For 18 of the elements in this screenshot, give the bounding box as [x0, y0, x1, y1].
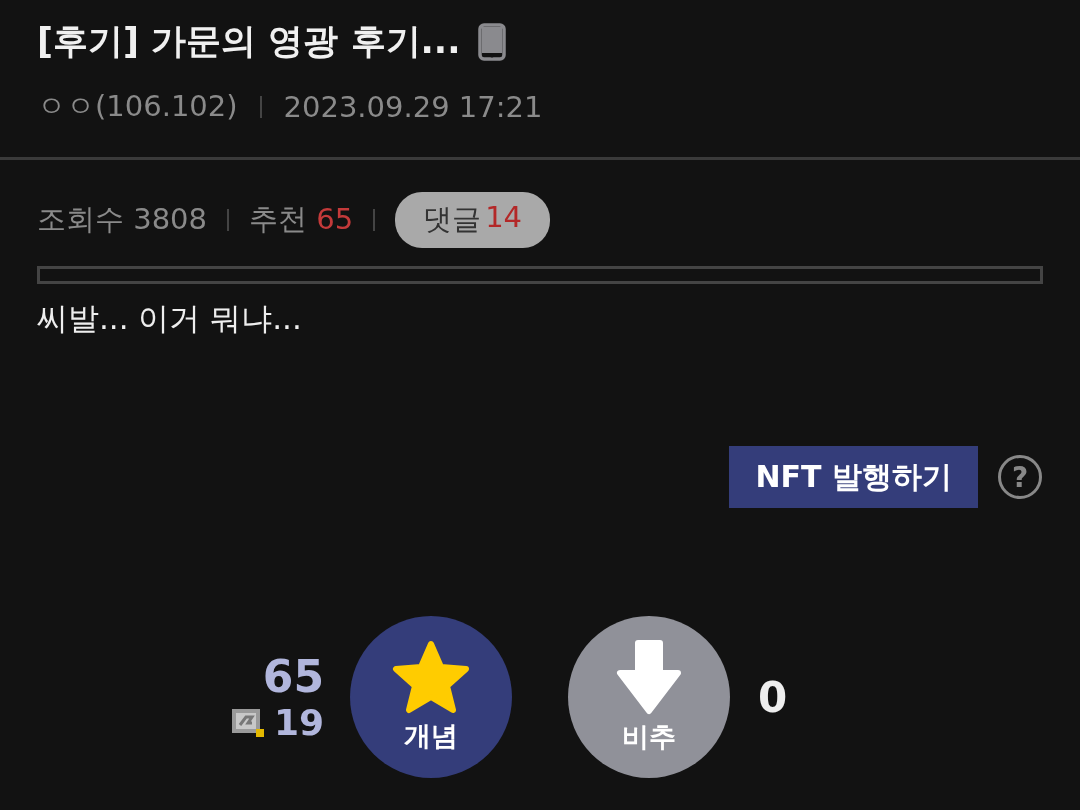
- stat-count: 조회수 3808: [37, 201, 208, 238]
- nft-button[interactable]: NFT 발행하기: [729, 446, 978, 508]
- fixed-user-icon: [229, 706, 266, 739]
- fixed-user-count: 19: [273, 702, 324, 743]
- author-name[interactable]: ㅇㅇ(106.102): [37, 87, 238, 127]
- post-date: 2023.09.29 17:21: [283, 90, 543, 124]
- down-arrow-icon: [616, 639, 682, 715]
- phone-icon: [478, 22, 507, 61]
- comment-count-button[interactable]: 댓글 14: [395, 192, 551, 248]
- post-title: [후기] 가문의 영광 후기...: [37, 20, 461, 63]
- star-icon: [392, 640, 470, 714]
- help-button[interactable]: ?: [998, 455, 1042, 499]
- post-body: 씨발... 이거 뭐냐...: [37, 299, 303, 338]
- stat-count: 추천 65: [249, 201, 354, 238]
- upvote-button[interactable]: 개념: [350, 616, 512, 778]
- downvote-count: 0: [758, 672, 788, 722]
- upvote-count: 65: [262, 651, 324, 702]
- downvote-button[interactable]: 비추: [568, 616, 730, 778]
